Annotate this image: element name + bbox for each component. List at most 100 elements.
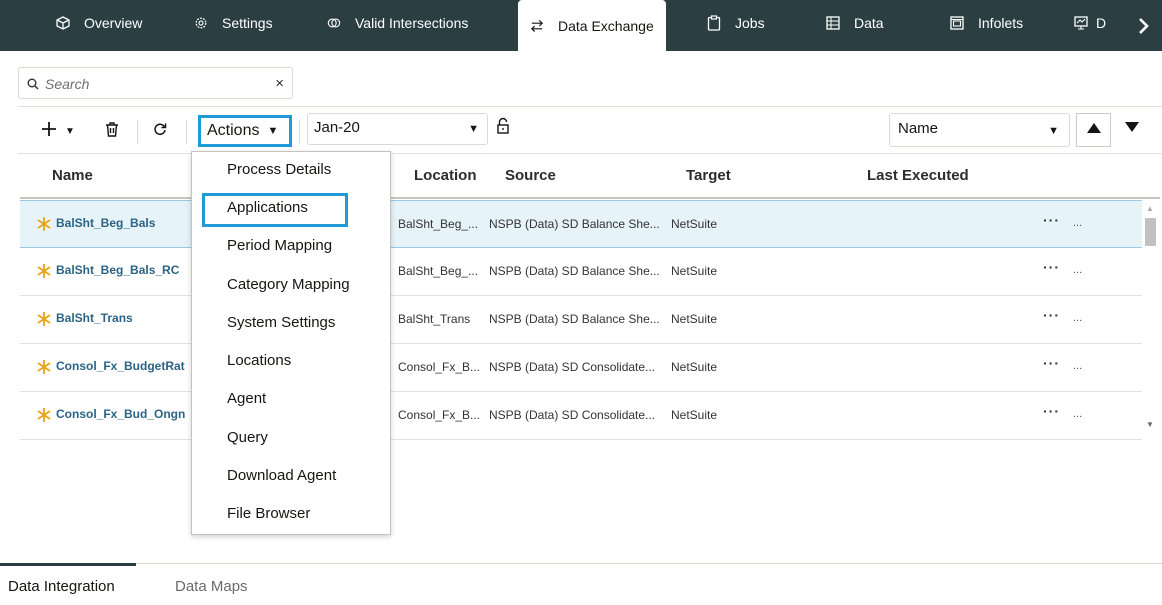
top-navigation-bar: Overview Settings Valid Intersections Da… xyxy=(0,0,1162,51)
sort-descending-button[interactable] xyxy=(1120,117,1144,141)
divider xyxy=(18,106,1162,107)
caret-down-icon: ▼ xyxy=(468,123,479,135)
tab-label: Infolets xyxy=(978,15,1024,31)
dashboard-icon xyxy=(1074,16,1088,30)
row-target: NetSuite xyxy=(671,264,718,278)
bottom-tab-divider xyxy=(0,563,1162,564)
more-actions-button[interactable]: ··· xyxy=(1043,259,1060,275)
table-row[interactable]: Consol_Fx_Bud_Ongn Consol_Fx_B... NSPB (… xyxy=(20,392,1142,440)
sort-field-value: Name xyxy=(898,120,939,137)
row-target: NetSuite xyxy=(671,312,718,326)
more-actions-button[interactable]: ··· xyxy=(1043,212,1060,228)
plus-icon xyxy=(41,121,57,142)
toolbar-separator xyxy=(137,120,138,144)
scroll-up-icon[interactable]: ▲ xyxy=(1146,204,1154,213)
close-icon[interactable]: × xyxy=(275,75,284,92)
row-name[interactable]: BalSht_Beg_Bals xyxy=(56,216,155,230)
tab-infolets[interactable]: Infolets xyxy=(950,0,1023,46)
table-row[interactable]: BalSht_Beg_Bals BalSht_Beg_... NSPB (Dat… xyxy=(20,200,1142,248)
divider xyxy=(18,153,1162,154)
exchange-icon xyxy=(530,19,544,33)
menu-item-file-browser[interactable]: File Browser xyxy=(227,505,310,522)
table-row[interactable]: Consol_Fx_BudgetRat Consol_Fx_B... NSPB … xyxy=(20,344,1142,392)
integration-icon xyxy=(36,263,52,279)
menu-item-system-settings[interactable]: System Settings xyxy=(227,314,335,331)
vertical-scrollbar[interactable]: ▲ ▼ xyxy=(1142,200,1158,438)
sort-field-select[interactable]: Name ▼ xyxy=(889,113,1070,147)
tab-label: Jobs xyxy=(735,15,765,31)
period-value: Jan-20 xyxy=(314,119,360,136)
caret-down-icon: ▼ xyxy=(267,125,279,137)
tab-jobs[interactable]: Jobs xyxy=(707,0,765,46)
actions-label: Actions xyxy=(207,122,260,139)
row-location: BalSht_Beg_... xyxy=(398,217,479,231)
period-select[interactable]: Jan-20 ▼ xyxy=(307,113,488,145)
row-overflow-text: ... xyxy=(1073,312,1083,324)
menu-item-period-mapping[interactable]: Period Mapping xyxy=(227,237,332,254)
row-overflow-text: ... xyxy=(1073,408,1083,420)
tab-label: Settings xyxy=(222,15,273,31)
row-name[interactable]: BalSht_Trans xyxy=(56,311,133,325)
refresh-icon xyxy=(153,122,167,141)
gear-icon xyxy=(194,16,208,30)
row-name[interactable]: BalSht_Beg_Bals_RC xyxy=(56,263,179,277)
column-header-last-executed[interactable]: Last Executed xyxy=(867,167,969,184)
row-location: Consol_Fx_B... xyxy=(398,360,481,374)
more-actions-button[interactable]: ··· xyxy=(1043,403,1060,419)
row-source: NSPB (Data) SD Balance She... xyxy=(489,264,660,278)
tab-overview[interactable]: Overview xyxy=(56,0,142,46)
tab-label: Data xyxy=(854,15,884,31)
row-name[interactable]: Consol_Fx_Bud_Ongn xyxy=(56,407,185,421)
tab-valid-intersections[interactable]: Valid Intersections xyxy=(327,0,468,46)
menu-item-download-agent[interactable]: Download Agent xyxy=(227,467,336,484)
tab-dashboards[interactable]: D xyxy=(1074,0,1106,46)
menu-item-agent[interactable]: Agent xyxy=(227,390,266,407)
column-header-target[interactable]: Target xyxy=(686,167,731,184)
triangle-up-icon xyxy=(1086,121,1102,139)
tab-label: Data Exchange xyxy=(558,17,654,34)
chevron-right-icon[interactable] xyxy=(1124,0,1162,51)
menu-item-locations[interactable]: Locations xyxy=(227,352,291,369)
infolet-icon xyxy=(950,16,964,30)
trash-icon xyxy=(104,121,120,142)
row-overflow-text: ... xyxy=(1073,360,1083,372)
column-header-location[interactable]: Location xyxy=(414,167,477,184)
tab-data-maps[interactable]: Data Maps xyxy=(175,578,248,595)
column-header-name[interactable]: Name xyxy=(52,167,93,184)
caret-down-icon: ▼ xyxy=(1048,125,1059,137)
actions-menu-button[interactable]: Actions ▼ xyxy=(198,115,292,147)
unlock-icon[interactable] xyxy=(496,117,510,135)
row-source: NSPB (Data) SD Consolidate... xyxy=(489,360,656,374)
tab-data-integration[interactable]: Data Integration xyxy=(8,578,115,595)
add-menu-button[interactable]: ▼ xyxy=(36,117,80,145)
row-source: NSPB (Data) SD Balance She... xyxy=(489,217,660,231)
grid-icon xyxy=(826,16,840,30)
menu-item-query[interactable]: Query xyxy=(227,429,268,446)
menu-item-applications[interactable]: Applications xyxy=(227,199,308,216)
integration-icon xyxy=(36,407,52,423)
refresh-button[interactable] xyxy=(148,117,172,145)
menu-item-process-details[interactable]: Process Details xyxy=(227,161,331,178)
scrollbar-thumb[interactable] xyxy=(1145,218,1156,246)
column-header-source[interactable]: Source xyxy=(505,167,556,184)
scroll-down-icon[interactable]: ▼ xyxy=(1146,420,1154,429)
search-input[interactable] xyxy=(45,74,265,94)
menu-item-category-mapping[interactable]: Category Mapping xyxy=(227,276,350,293)
tab-label: D xyxy=(1096,15,1107,31)
tab-data[interactable]: Data xyxy=(826,0,884,46)
tab-label: Overview xyxy=(84,15,143,31)
sort-ascending-button[interactable] xyxy=(1076,113,1111,147)
row-location: Consol_Fx_B... xyxy=(398,408,481,422)
integration-icon xyxy=(36,359,52,375)
table-row[interactable]: BalSht_Beg_Bals_RC BalSht_Beg_... NSPB (… xyxy=(20,248,1142,296)
tab-settings[interactable]: Settings xyxy=(194,0,273,46)
more-actions-button[interactable]: ··· xyxy=(1043,307,1060,323)
active-tab-indicator xyxy=(0,563,136,566)
more-actions-button[interactable]: ··· xyxy=(1043,355,1060,371)
row-location: BalSht_Beg_... xyxy=(398,264,479,278)
delete-button[interactable] xyxy=(100,117,124,145)
row-name[interactable]: Consol_Fx_BudgetRat xyxy=(56,359,185,373)
tab-data-exchange[interactable]: Data Exchange xyxy=(518,0,666,51)
table-row[interactable]: BalSht_Trans BalSht_Trans NSPB (Data) SD… xyxy=(20,296,1142,344)
search-box: × xyxy=(18,67,293,99)
